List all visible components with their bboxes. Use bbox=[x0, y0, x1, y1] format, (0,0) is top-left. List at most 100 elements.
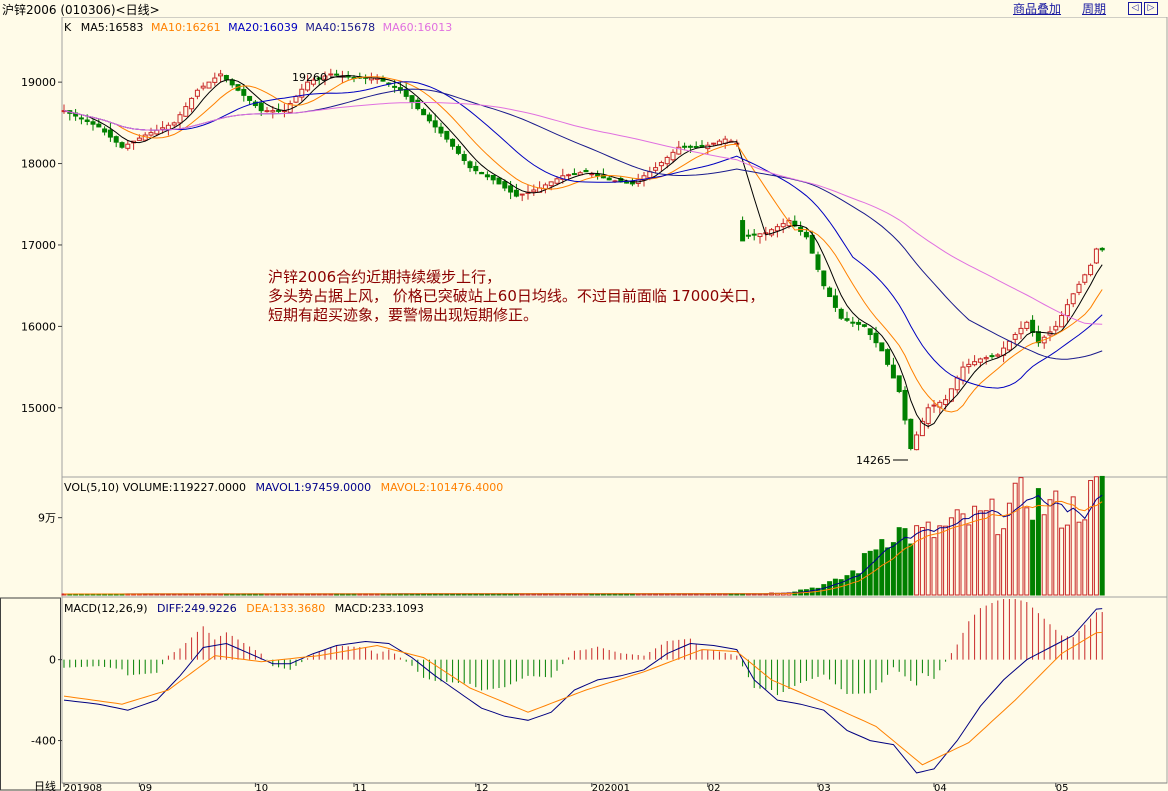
top-bar: 沪锌2006 (010306)<日线> 商品叠加 周期 ◁ ▷ bbox=[0, 0, 1168, 17]
candle-body bbox=[531, 189, 537, 193]
candle-body bbox=[1099, 247, 1105, 251]
candle-body bbox=[908, 418, 914, 450]
candle-body bbox=[809, 234, 815, 254]
candle-body bbox=[177, 114, 183, 124]
period-link[interactable]: 周期 bbox=[1082, 0, 1106, 17]
volume-bar bbox=[966, 524, 972, 596]
candle-body bbox=[571, 173, 577, 176]
candle-body bbox=[450, 138, 456, 147]
candle-body bbox=[844, 318, 850, 321]
x-tick-label: 05 bbox=[1056, 783, 1069, 791]
volume-bar bbox=[1018, 477, 1024, 596]
candle-body bbox=[148, 132, 154, 136]
candle-body bbox=[1088, 264, 1094, 276]
volume-bar bbox=[1070, 496, 1076, 596]
candle-body bbox=[160, 127, 166, 130]
candle-body bbox=[189, 97, 195, 110]
candle-body bbox=[966, 363, 972, 368]
candle-body bbox=[154, 129, 160, 135]
volume-tick-label: 9万 bbox=[38, 512, 56, 525]
candle-body bbox=[687, 145, 693, 148]
price-legend: K MA5:16583 MA10:16261 MA20:16039 MA40:1… bbox=[64, 21, 452, 34]
volume-bar bbox=[937, 525, 943, 596]
candle-body bbox=[513, 189, 519, 197]
candle-body bbox=[293, 95, 299, 103]
candle-body bbox=[896, 375, 902, 393]
legend-k: K bbox=[64, 21, 72, 34]
annotation-line-2: 多头势占据上风， 价格已突破站上60日均线。不过目前面临 17000关口， bbox=[268, 287, 765, 305]
macd-tick-label: -400 bbox=[31, 735, 56, 748]
volume-bar bbox=[1053, 490, 1059, 596]
candle-body bbox=[751, 233, 757, 236]
volume-bar bbox=[1041, 514, 1047, 596]
volume-bar bbox=[1076, 521, 1082, 596]
candle-body bbox=[861, 324, 867, 327]
candle-body bbox=[583, 169, 589, 173]
chart-background bbox=[0, 17, 1168, 791]
volume-bar bbox=[943, 525, 949, 596]
volume-legend: VOL(5,10) VOLUME:119227.0000 MAVOL1:9745… bbox=[64, 481, 503, 494]
candle-body bbox=[467, 161, 473, 169]
candle-body bbox=[1006, 340, 1012, 351]
candle-body bbox=[142, 134, 148, 141]
candle-body bbox=[757, 233, 763, 238]
candle-body bbox=[426, 114, 432, 122]
candle-body bbox=[885, 349, 891, 365]
candle-body bbox=[827, 287, 833, 298]
macd-tick-label: 0 bbox=[49, 654, 56, 667]
candle-body bbox=[624, 181, 630, 184]
candle-body bbox=[484, 174, 490, 178]
candle-body bbox=[519, 193, 525, 196]
legend-ma5: MA5:16583 bbox=[81, 21, 144, 34]
x-axis-corner-label: 日线 bbox=[34, 779, 56, 791]
legend-volume: VOL(5,10) VOLUME:119227.0000 bbox=[64, 481, 246, 494]
volume-bar bbox=[977, 510, 983, 596]
scroll-left-button[interactable]: ◁ bbox=[1128, 2, 1142, 15]
x-tick-label: 09 bbox=[139, 783, 152, 791]
legend-macd: MACD:233.1093 bbox=[335, 602, 424, 615]
candle-body bbox=[1018, 327, 1024, 335]
price-tick-label: 18000 bbox=[21, 158, 56, 171]
candle-body bbox=[925, 407, 931, 424]
scroll-right-button[interactable]: ▷ bbox=[1144, 2, 1158, 15]
candle-body bbox=[931, 404, 937, 407]
commodity-overlay-link[interactable]: 商品叠加 bbox=[1013, 0, 1061, 17]
volume-bar bbox=[1064, 524, 1070, 596]
volume-bar bbox=[989, 498, 995, 596]
volume-bar bbox=[908, 543, 914, 596]
candle-body bbox=[444, 130, 450, 140]
volume-bar bbox=[890, 542, 896, 596]
volume-bar bbox=[1035, 488, 1041, 596]
annotation-line-3: 短期有超买迹象，要警惕出现短期修正。 bbox=[268, 306, 539, 324]
candle-body bbox=[902, 389, 908, 421]
candle-body bbox=[954, 377, 960, 391]
legend-macd-label: MACD(12,26,9) bbox=[64, 602, 148, 615]
kline-chart[interactable]: 15000 16000 17000 18000 19000 9万 0 -400 20190… bbox=[0, 17, 1168, 791]
candle-body bbox=[90, 121, 96, 125]
candle-body bbox=[247, 95, 253, 101]
candle-body bbox=[711, 142, 717, 145]
legend-mavol1: MAVOL1:97459.0000 bbox=[255, 481, 371, 494]
volume-bar bbox=[1012, 482, 1018, 596]
volume-bar bbox=[1082, 519, 1088, 596]
volume-bar bbox=[896, 527, 902, 596]
candle-body bbox=[438, 126, 444, 134]
volume-bar bbox=[832, 578, 838, 596]
candle-body bbox=[84, 119, 90, 122]
candle-body bbox=[496, 177, 502, 185]
price-tick-label: 17000 bbox=[21, 239, 56, 252]
candle-body bbox=[1012, 334, 1018, 340]
legend-ma10: MA10:16261 bbox=[151, 21, 221, 34]
candle-body bbox=[745, 234, 751, 237]
candle-body bbox=[647, 171, 653, 179]
candle-body bbox=[943, 399, 949, 405]
volume-bar bbox=[861, 553, 867, 596]
candle-body bbox=[1082, 274, 1088, 283]
candle-body bbox=[200, 85, 206, 89]
volume-bar bbox=[1093, 476, 1099, 596]
candle-body bbox=[1024, 321, 1030, 329]
volume-bar bbox=[885, 547, 891, 596]
volume-bar bbox=[873, 549, 879, 596]
high-marker-label: 19260 bbox=[292, 71, 327, 84]
candle-body bbox=[682, 145, 688, 148]
